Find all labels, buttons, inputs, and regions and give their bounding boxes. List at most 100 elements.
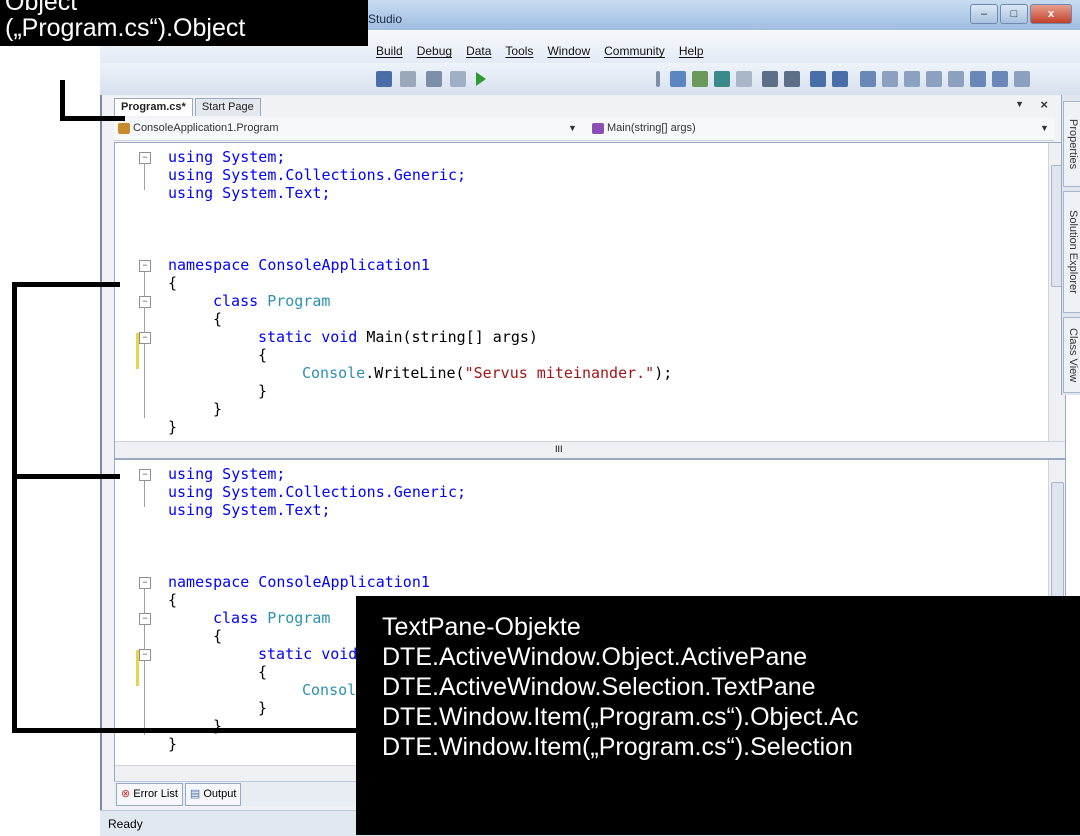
members-icon[interactable] xyxy=(692,71,708,87)
menu-community[interactable]: Community xyxy=(604,44,665,58)
maximize-button[interactable]: □ xyxy=(1000,4,1028,24)
output-icon: ▤ xyxy=(189,788,201,800)
code-text: namespace ConsoleApplication1 xyxy=(168,573,430,591)
window-title: Studio xyxy=(368,12,403,26)
callout-line: DTE.Window.Item(„Program.cs“).Selection xyxy=(382,733,853,761)
tab-output[interactable]: ▤ Output xyxy=(184,783,242,806)
grip-icon xyxy=(656,71,660,87)
minimize-button[interactable]: – xyxy=(970,4,998,24)
callout-heading: TextPane-Objekte xyxy=(382,613,581,641)
code-line: namespace ConsoleApplication1 xyxy=(168,573,430,591)
indent-icon[interactable] xyxy=(784,71,800,87)
code-text: static void xyxy=(258,645,358,663)
code-text: .WriteLine( xyxy=(365,364,465,382)
tab-list-dropdown-icon[interactable]: ▼ xyxy=(1015,99,1024,109)
code-text: static void xyxy=(258,328,358,346)
start-debug-icon[interactable] xyxy=(476,72,486,86)
callout-object: Object („Program.cs“).Object xyxy=(0,0,368,46)
tab-program-cs[interactable]: Program.cs* xyxy=(114,98,193,116)
code-text: } xyxy=(213,400,223,418)
collapse-icon[interactable]: − xyxy=(139,332,151,344)
tab-properties[interactable]: Properties xyxy=(1063,101,1080,187)
navigate-icon[interactable] xyxy=(426,71,442,87)
code-text: Console xyxy=(302,364,366,382)
code-line: Console.WriteLine("Servus miteinander.")… xyxy=(302,364,672,382)
code-line: } xyxy=(213,400,222,418)
extra-icon[interactable] xyxy=(1014,71,1030,87)
next-bookmark-icon[interactable] xyxy=(904,71,920,87)
status-text: Ready xyxy=(108,817,143,831)
code-text: "Servus miteinander." xyxy=(464,364,655,382)
class-combo[interactable]: ConsoleApplication1.Program ▼ xyxy=(118,120,578,137)
bookmark-window-icon[interactable] xyxy=(992,71,1008,87)
redo-icon[interactable] xyxy=(376,71,392,87)
code-line: class Program xyxy=(213,292,330,310)
parameter-icon[interactable] xyxy=(714,71,730,87)
chevron-down-icon: ▼ xyxy=(568,123,577,133)
bracket-line xyxy=(12,282,17,732)
callout-line: („Program.cs“).Object xyxy=(5,14,246,42)
collapse-icon[interactable]: − xyxy=(139,577,151,589)
code-line: { xyxy=(258,346,267,364)
code-line: { xyxy=(258,663,267,681)
code-pane-top[interactable]: − using System; using System.Collections… xyxy=(114,142,1066,459)
bracket-line xyxy=(12,728,362,733)
collapse-icon[interactable]: − xyxy=(139,152,151,164)
menu-data[interactable]: Data xyxy=(466,44,491,58)
tab-start-page[interactable]: Start Page xyxy=(194,98,261,116)
clear-bookmarks-icon[interactable] xyxy=(970,71,986,87)
close-button[interactable]: x xyxy=(1030,4,1072,24)
code-line: { xyxy=(168,274,177,292)
collapse-icon[interactable]: − xyxy=(139,469,151,481)
close-document-icon[interactable]: × xyxy=(1040,97,1048,112)
fold-line xyxy=(144,477,145,507)
horizontal-scrollbar[interactable]: III xyxy=(115,441,1065,458)
error-list-icon: ⊗ xyxy=(121,788,131,800)
code-line: { xyxy=(213,627,222,645)
code-text: using System; xyxy=(168,465,286,483)
collapse-icon[interactable]: − xyxy=(139,613,151,625)
prev-folder-bookmark-icon[interactable] xyxy=(926,71,942,87)
undo-icon[interactable] xyxy=(400,71,416,87)
code-line: { xyxy=(168,591,177,609)
menu-tools[interactable]: Tools xyxy=(505,44,533,58)
code-line: using System.Text; xyxy=(168,184,331,202)
code-line: class Program xyxy=(213,609,330,627)
member-combo[interactable]: Main(string[] args) ▼ xyxy=(592,120,1052,137)
uncomment-icon[interactable] xyxy=(832,71,848,87)
callout-line: DTE.ActiveWindow.Object.ActivePane xyxy=(382,643,808,671)
code-text: } xyxy=(168,418,178,436)
comment-icon[interactable] xyxy=(810,71,826,87)
code-text: { xyxy=(213,310,223,328)
code-line: } xyxy=(258,699,267,717)
window-icon[interactable] xyxy=(450,71,466,87)
bracket-line xyxy=(12,282,120,287)
tab-solution-explorer[interactable]: Solution Explorer xyxy=(1063,191,1080,313)
next-folder-bookmark-icon[interactable] xyxy=(948,71,964,87)
code-text: } xyxy=(168,735,178,753)
word-icon[interactable] xyxy=(736,71,752,87)
collapse-icon[interactable]: − xyxy=(139,649,151,661)
toolbar xyxy=(100,63,1080,96)
format-icon[interactable] xyxy=(670,71,686,87)
scroll-grip: III xyxy=(555,444,563,454)
tab-class-view[interactable]: Class View xyxy=(1063,317,1080,393)
code-line: using System.Collections.Generic; xyxy=(168,166,466,184)
code-line: namespace ConsoleApplication1 xyxy=(168,256,430,274)
menu-window[interactable]: Window xyxy=(547,44,590,58)
side-tool-strip: Properties Solution Explorer Class View xyxy=(1061,95,1080,395)
code-text: class xyxy=(213,292,259,310)
code-text: using System; xyxy=(168,148,286,166)
collapse-icon[interactable]: − xyxy=(139,296,151,308)
code-line: } xyxy=(258,382,267,400)
menu-debug[interactable]: Debug xyxy=(417,44,452,58)
collapse-icon[interactable]: − xyxy=(139,260,151,272)
tab-error-list[interactable]: ⊗ Error List xyxy=(116,783,183,806)
bookmark-icon[interactable] xyxy=(860,71,876,87)
menu-build[interactable]: Build xyxy=(376,44,403,58)
code-text: { xyxy=(213,627,223,645)
outdent-icon[interactable] xyxy=(762,71,778,87)
prev-bookmark-icon[interactable] xyxy=(882,71,898,87)
code-line: using System; xyxy=(168,465,285,483)
menu-help[interactable]: Help xyxy=(679,44,704,58)
